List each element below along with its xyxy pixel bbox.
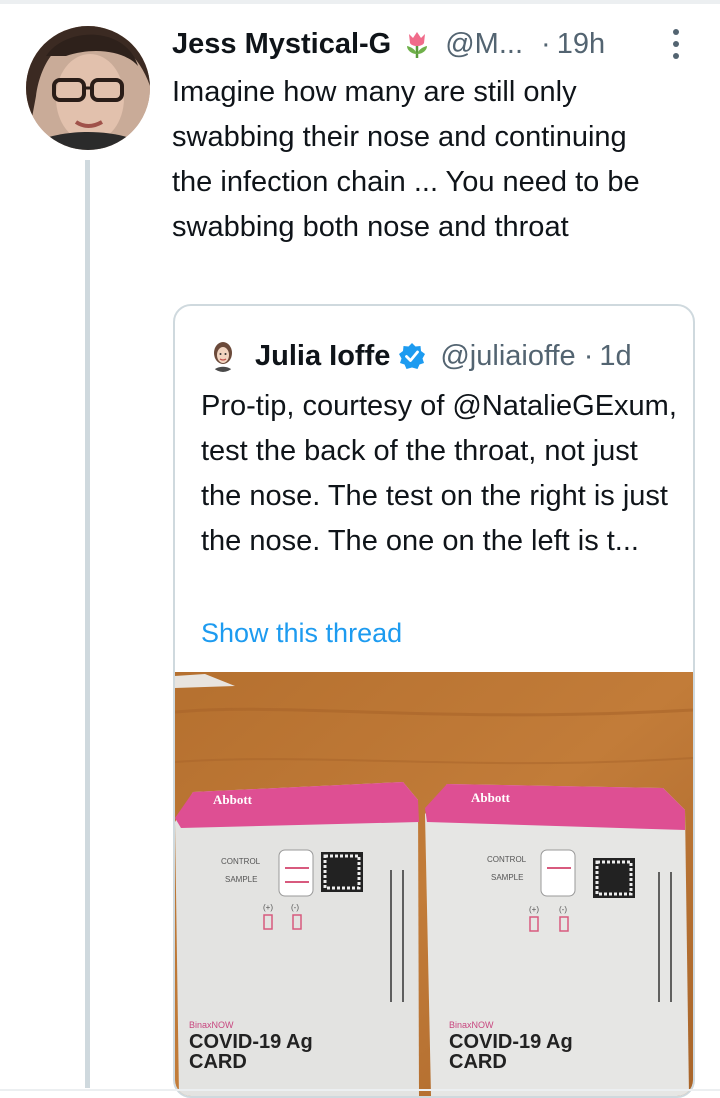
right-card-plus: (+) (529, 905, 539, 914)
tweet-header: Jess Mystical-G @M... · 19h (172, 22, 692, 66)
left-card-brand: Abbott (213, 792, 253, 807)
left-card-plus: (+) (263, 903, 273, 912)
verified-badge-icon (398, 342, 426, 370)
right-card-product2: CARD (449, 1051, 507, 1073)
left-card-minus: (-) (291, 903, 299, 912)
quoted-tweet-header: Julia Ioffe @juliaioffe · 1d (209, 336, 632, 376)
right-card-control: CONTROL (487, 855, 527, 864)
thread-line (85, 160, 90, 1088)
right-card-sample: SAMPLE (491, 873, 523, 882)
author-avatar[interactable] (26, 26, 150, 150)
left-test-card: Abbott CONTROL SAMPLE (+) (-) BinaxNOW C… (175, 782, 419, 1096)
quoted-author-handle[interactable]: @juliaioffe (440, 340, 575, 373)
show-thread-link[interactable]: Show this thread (201, 618, 402, 649)
right-card-product-small: BinaxNOW (449, 1020, 494, 1030)
right-card-product: COVID-19 Ag (449, 1031, 573, 1053)
quoted-separator-dot: · (583, 339, 594, 372)
tweet-text: Imagine how many are still only swabbing… (172, 76, 640, 243)
right-test-card: Abbott CONTROL SAMPLE (+) (-) BinaxNOW C… (425, 784, 689, 1096)
quoted-author-name[interactable]: Julia Ioffe (255, 340, 390, 373)
quoted-author-avatar[interactable] (209, 340, 237, 372)
bottom-divider (0, 1089, 720, 1091)
left-card-control: CONTROL (221, 857, 261, 866)
separator-dot: · (541, 27, 551, 60)
quoted-timestamp[interactable]: 1d (599, 340, 631, 373)
left-card-product-small: BinaxNOW (189, 1020, 234, 1030)
left-card-product: COVID-19 Ag (189, 1031, 313, 1053)
author-handle[interactable]: @M... (445, 28, 523, 61)
author-name[interactable]: Jess Mystical-G (172, 28, 391, 61)
top-divider (0, 0, 720, 4)
quoted-tweet-text: Pro-tip, courtesy of @NatalieGExum, test… (201, 390, 677, 557)
right-card-brand: Abbott (471, 790, 511, 805)
more-options-icon[interactable] (668, 26, 684, 62)
left-card-product2: CARD (189, 1051, 247, 1073)
right-card-minus: (-) (559, 905, 567, 914)
quoted-tweet-card[interactable]: Julia Ioffe @juliaioffe · 1d Pro-tip, co… (173, 304, 695, 1098)
quoted-tweet-photo[interactable]: Abbott CONTROL SAMPLE (+) (-) BinaxNOW C… (175, 672, 693, 1096)
left-card-sample: SAMPLE (225, 875, 257, 884)
timestamp[interactable]: 19h (557, 28, 605, 61)
tulip-icon (401, 28, 433, 60)
